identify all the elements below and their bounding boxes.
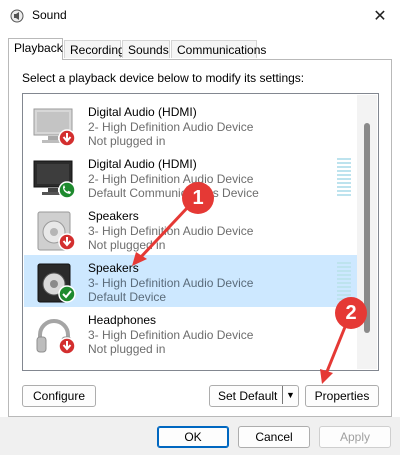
close-button[interactable]: ✕: [360, 0, 400, 32]
set-default-dropdown-icon[interactable]: ▼: [282, 386, 298, 404]
close-icon: ✕: [373, 8, 387, 25]
device-name: Digital Audio (HDMI): [88, 157, 197, 171]
scrollbar-thumb[interactable]: [364, 123, 370, 333]
volume-meter: [337, 262, 351, 302]
tab-playback[interactable]: Playback: [8, 38, 63, 60]
volume-meter: [337, 158, 351, 198]
device-name: Digital Audio (HDMI): [88, 105, 197, 119]
device-status: Default Device: [88, 290, 167, 304]
configure-button[interactable]: Configure: [22, 385, 96, 407]
set-default-label: Set Default: [218, 389, 278, 403]
device-description: 3- High Definition Audio Device: [88, 224, 254, 238]
properties-button[interactable]: Properties: [305, 385, 379, 407]
device-status: Not plugged in: [88, 342, 166, 356]
speaker-app-icon: [10, 9, 24, 23]
device-row[interactable]: Headphones 3- High Definition Audio Devi…: [24, 307, 357, 359]
cancel-button[interactable]: Cancel: [238, 426, 310, 448]
device-status: Not plugged in: [88, 238, 166, 252]
device-name: Speakers: [88, 261, 139, 275]
list-scrollbar[interactable]: [357, 95, 377, 369]
apply-button[interactable]: Apply: [319, 426, 391, 448]
device-status: Not plugged in: [88, 134, 166, 148]
device-row-selected[interactable]: Speakers 3- High Definition Audio Device…: [24, 255, 357, 307]
device-description: 2- High Definition Audio Device: [88, 120, 254, 134]
not-plugged-in-badge: [58, 129, 76, 147]
tab-communications[interactable]: Communications: [171, 40, 266, 58]
device-list[interactable]: Digital Audio (HDMI) 2- High Definition …: [22, 93, 379, 371]
device-status: Default Communications Device: [88, 186, 259, 200]
instructions-text: Select a playback device below to modify…: [22, 71, 305, 85]
default-check-badge: [58, 285, 76, 303]
device-row[interactable]: Digital Audio (HDMI) 2- High Definition …: [24, 99, 357, 151]
callout-2: 2: [335, 297, 367, 329]
device-description: 2- High Definition Audio Device: [88, 172, 254, 186]
tab-recording[interactable]: Recording: [64, 40, 125, 58]
device-description: 3- High Definition Audio Device: [88, 276, 254, 290]
window-title: Sound: [32, 8, 67, 22]
device-name: Speakers: [88, 209, 139, 223]
title-bar: Sound ✕: [0, 0, 400, 32]
callout-1: 1: [182, 182, 214, 214]
tab-sounds[interactable]: Sounds: [122, 40, 170, 58]
not-plugged-in-badge: [58, 337, 76, 355]
device-description: 3- High Definition Audio Device: [88, 328, 254, 342]
phone-badge: [58, 181, 76, 199]
device-name: Headphones: [88, 313, 157, 327]
not-plugged-in-badge: [58, 233, 76, 251]
ok-button[interactable]: OK: [157, 426, 229, 448]
